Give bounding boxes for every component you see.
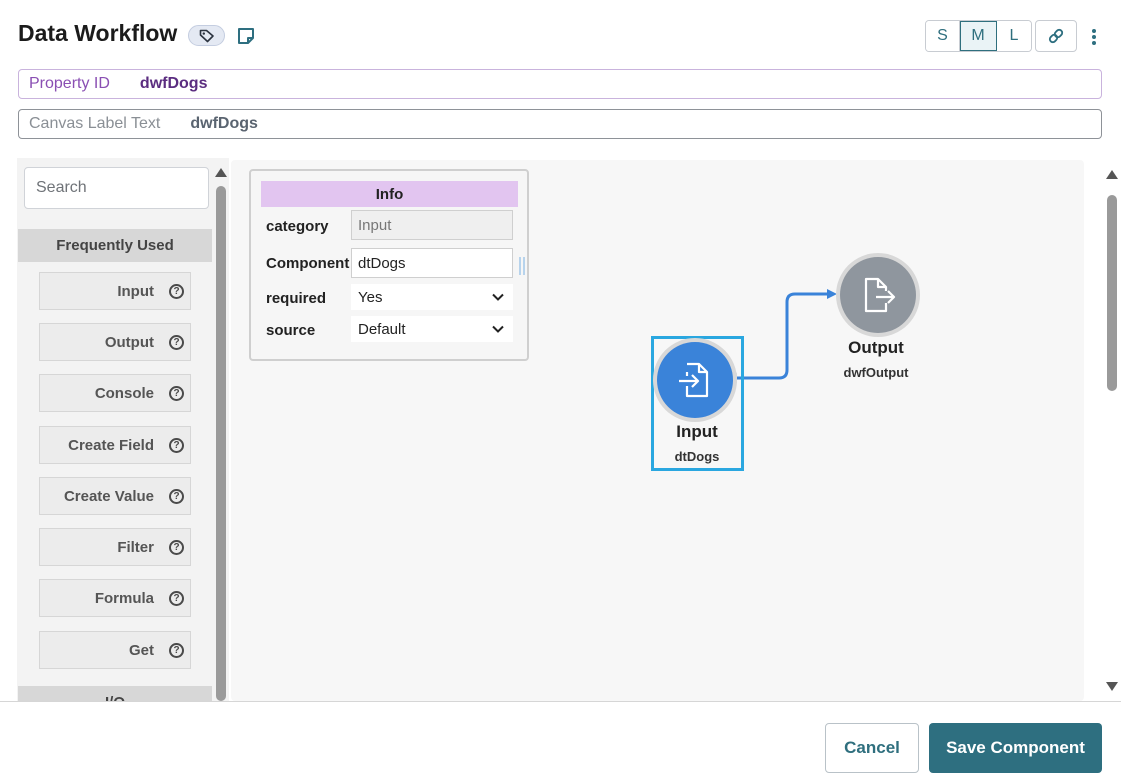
dialog-footer: Cancel Save Component	[0, 701, 1121, 778]
canvas-scrollbar[interactable]	[1107, 195, 1117, 391]
property-id-field[interactable]: Property ID dwfDogs	[18, 69, 1102, 99]
data-workflow-dialog: Data Workflow S M L Property ID dwfDogs …	[0, 0, 1121, 778]
size-large-button[interactable]: L	[997, 21, 1031, 51]
canvas-label-label: Canvas Label Text	[29, 115, 161, 132]
kebab-menu-icon	[1092, 29, 1096, 45]
property-id-value: dwfDogs	[139, 75, 208, 92]
connection-line[interactable]	[17, 158, 1121, 701]
link-icon	[1048, 28, 1064, 44]
input-node-title: Input	[676, 422, 718, 441]
canvas-label-value: dwfDogs	[190, 115, 258, 132]
input-node[interactable]	[657, 342, 733, 418]
file-import-icon	[679, 362, 709, 398]
link-button[interactable]	[1035, 20, 1077, 52]
size-small-button[interactable]: S	[926, 21, 960, 51]
property-id-label: Property ID	[29, 75, 110, 92]
note-icon	[238, 28, 254, 44]
tag-icon	[199, 29, 214, 42]
output-node-subtitle: dwfOutput	[843, 365, 909, 380]
note-button[interactable]	[235, 25, 257, 47]
save-component-button[interactable]: Save Component	[929, 723, 1102, 773]
canvas-label-field[interactable]: Canvas Label Text dwfDogs	[18, 109, 1102, 139]
output-node[interactable]	[840, 257, 916, 333]
size-medium-button[interactable]: M	[960, 21, 997, 51]
file-export-icon	[864, 277, 896, 313]
canvas-scroll-up-arrow[interactable]	[1106, 170, 1118, 179]
canvas-scroll-down-arrow[interactable]	[1106, 682, 1118, 691]
cancel-button[interactable]: Cancel	[825, 723, 919, 773]
workflow-workspace: Frequently Used Input ? Output ? Console…	[17, 158, 1121, 701]
output-node-title: Output	[848, 338, 904, 357]
more-menu-button[interactable]	[1086, 24, 1102, 50]
tag-button[interactable]	[188, 25, 225, 46]
size-toggle-group: S M L	[925, 20, 1032, 52]
input-node-subtitle: dtDogs	[674, 449, 720, 464]
page-title: Data Workflow	[18, 20, 178, 46]
